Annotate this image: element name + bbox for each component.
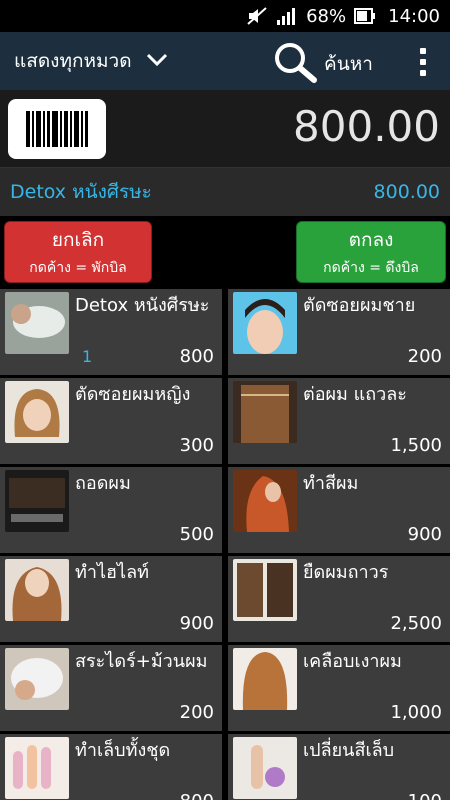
product-price: 100: [408, 791, 442, 800]
product-tile[interactable]: ตัดซอยผมหญิง 300: [0, 378, 222, 464]
product-thumbnail: [5, 559, 69, 621]
product-price: 900: [407, 524, 442, 545]
selected-line-item[interactable]: Detox หนังศีรษะ 800.00: [0, 168, 450, 216]
product-price: 1,000: [390, 702, 442, 723]
product-price: 200: [407, 346, 442, 367]
product-thumbnail: [5, 648, 69, 710]
product-tile[interactable]: เคลือบเงาผม 1,000: [228, 645, 450, 731]
search-icon: [272, 40, 320, 88]
category-label: แสดงทุกหมวด: [14, 50, 132, 72]
product-thumbnail: [233, 292, 297, 354]
product-thumbnail: [233, 648, 297, 710]
product-name: สระไดร์+ม้วนผม: [75, 651, 208, 672]
product-price: 500: [179, 524, 214, 545]
product-tile[interactable]: ยืดผมถาวร 2,500: [228, 556, 450, 642]
bill-total: 800.00: [293, 102, 440, 151]
cancel-button[interactable]: ยกเลิก กดค้าง = พักบิล: [4, 221, 152, 283]
product-tile[interactable]: Detox หนังศีรษะ 1 800: [0, 289, 222, 375]
cancel-label: ยกเลิก: [51, 229, 105, 251]
battery-icon: [354, 7, 376, 25]
product-tile[interactable]: ทำเล็บทั้งชุด 800: [0, 734, 222, 800]
barcode-scan-button[interactable]: [8, 99, 106, 159]
product-grid: Detox หนังศีรษะ 1 800 ตัดซอยผมชาย 200 ตั…: [0, 288, 450, 800]
product-name: เคลือบเงาผม: [303, 651, 402, 672]
product-tile[interactable]: สระไดร์+ม้วนผม 200: [0, 645, 222, 731]
ok-hint: กดค้าง = ดึงบิล: [323, 260, 419, 276]
product-tile[interactable]: ต่อผม แถวละ 1,500: [228, 378, 450, 464]
product-qty: 1: [82, 347, 93, 366]
product-name: ต่อผม แถวละ: [303, 384, 407, 405]
product-thumbnail: [5, 292, 69, 354]
ok-button[interactable]: ตกลง กดค้าง = ดึงบิล: [296, 221, 446, 283]
product-name: ทำเล็บทั้งชุด: [75, 740, 171, 761]
product-name: ทำไฮไลท์: [75, 562, 149, 583]
mute-icon: [246, 6, 268, 26]
search-button[interactable]: ค้นหา: [272, 40, 373, 88]
search-label: ค้นหา: [324, 53, 373, 75]
product-name: ตัดซอยผมหญิง: [75, 384, 191, 405]
chevron-down-icon: [146, 50, 168, 72]
product-name: ถอดผม: [75, 473, 131, 494]
status-bar: 68% 14:00: [0, 0, 450, 32]
product-tile[interactable]: ตัดซอยผมชาย 200: [228, 289, 450, 375]
app-bar: แสดงทุกหมวด ค้นหา: [0, 32, 450, 90]
product-thumbnail: [233, 559, 297, 621]
product-thumbnail: [233, 737, 297, 799]
product-price: 900: [179, 613, 214, 634]
clock: 14:00: [388, 5, 440, 27]
product-name: ตัดซอยผมชาย: [303, 295, 416, 316]
signal-icon: [276, 6, 298, 26]
product-tile[interactable]: เปลี่ยนสีเล็บ 100: [228, 734, 450, 800]
category-dropdown[interactable]: แสดงทุกหมวด: [14, 46, 168, 76]
total-bar: 800.00: [0, 90, 450, 168]
cancel-hint: กดค้าง = พักบิล: [29, 260, 127, 276]
product-price: 800: [179, 346, 214, 367]
selected-item-amount: 800.00: [373, 181, 440, 203]
ok-label: ตกลง: [348, 229, 394, 251]
product-name: ยืดผมถาวร: [303, 562, 389, 583]
product-thumbnail: [233, 381, 297, 443]
product-name: ทำสีผม: [303, 473, 359, 494]
product-price: 300: [179, 435, 214, 456]
product-thumbnail: [5, 470, 69, 532]
product-price: 200: [179, 702, 214, 723]
battery-percent: 68%: [306, 5, 347, 27]
product-thumbnail: [5, 737, 69, 799]
product-name: Detox หนังศีรษะ: [75, 295, 210, 316]
action-bar: ยกเลิก กดค้าง = พักบิล ตกลง กดค้าง = ดึง…: [0, 216, 450, 288]
product-price: 1,500: [390, 435, 442, 456]
overflow-menu-icon[interactable]: [420, 48, 426, 76]
product-price: 2,500: [390, 613, 442, 634]
barcode-icon: [26, 111, 88, 147]
product-name: เปลี่ยนสีเล็บ: [303, 740, 395, 761]
product-tile[interactable]: ทำไฮไลท์ 900: [0, 556, 222, 642]
product-price: 800: [180, 791, 214, 800]
product-tile[interactable]: ทำสีผม 900: [228, 467, 450, 553]
product-thumbnail: [233, 470, 297, 532]
selected-item-name: Detox หนังศีรษะ: [10, 181, 152, 203]
product-thumbnail: [5, 381, 69, 443]
product-tile[interactable]: ถอดผม 500: [0, 467, 222, 553]
